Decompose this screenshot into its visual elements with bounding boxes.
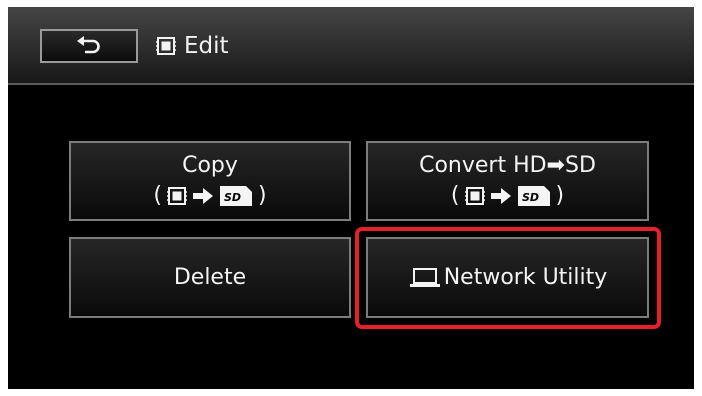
open-paren: ( [450,183,460,208]
arrow-right-icon [193,188,213,204]
copy-direction: ( SD ) [153,181,266,211]
camera-screen: Edit Copy ( SD ) Convert HD➡SD (SD) De… [8,7,694,389]
close-paren: ) [258,183,267,208]
memory-icon [156,37,176,55]
header-title: Edit [156,27,229,65]
memory-icon [167,187,187,205]
back-button[interactable] [40,29,138,63]
convert-direction: ( SD ) [451,181,564,211]
delete-label: Delete [173,264,247,290]
delete-button[interactable]: Delete [69,237,351,318]
selection-highlight [355,227,661,329]
convert-label: Convert HD➡SD [419,153,596,178]
sd-card-icon: SD [220,186,252,206]
close-paren: ) [555,183,565,208]
open-paren: ( [153,183,162,208]
svg-text:SD: SD [224,191,241,204]
header-bar: Edit [8,7,694,85]
arrow-right-icon [490,188,511,204]
svg-text:SD: SD [522,191,539,204]
convert-button[interactable]: Convert HD➡SD ( SD ) [366,141,649,221]
copy-button[interactable]: Copy ( SD ) [69,141,351,221]
return-arrow-icon [77,36,100,54]
sd-card-icon: SD [517,186,550,206]
copy-label: Copy [182,153,238,178]
memory-icon [464,187,485,205]
page-title: Edit [184,33,229,59]
